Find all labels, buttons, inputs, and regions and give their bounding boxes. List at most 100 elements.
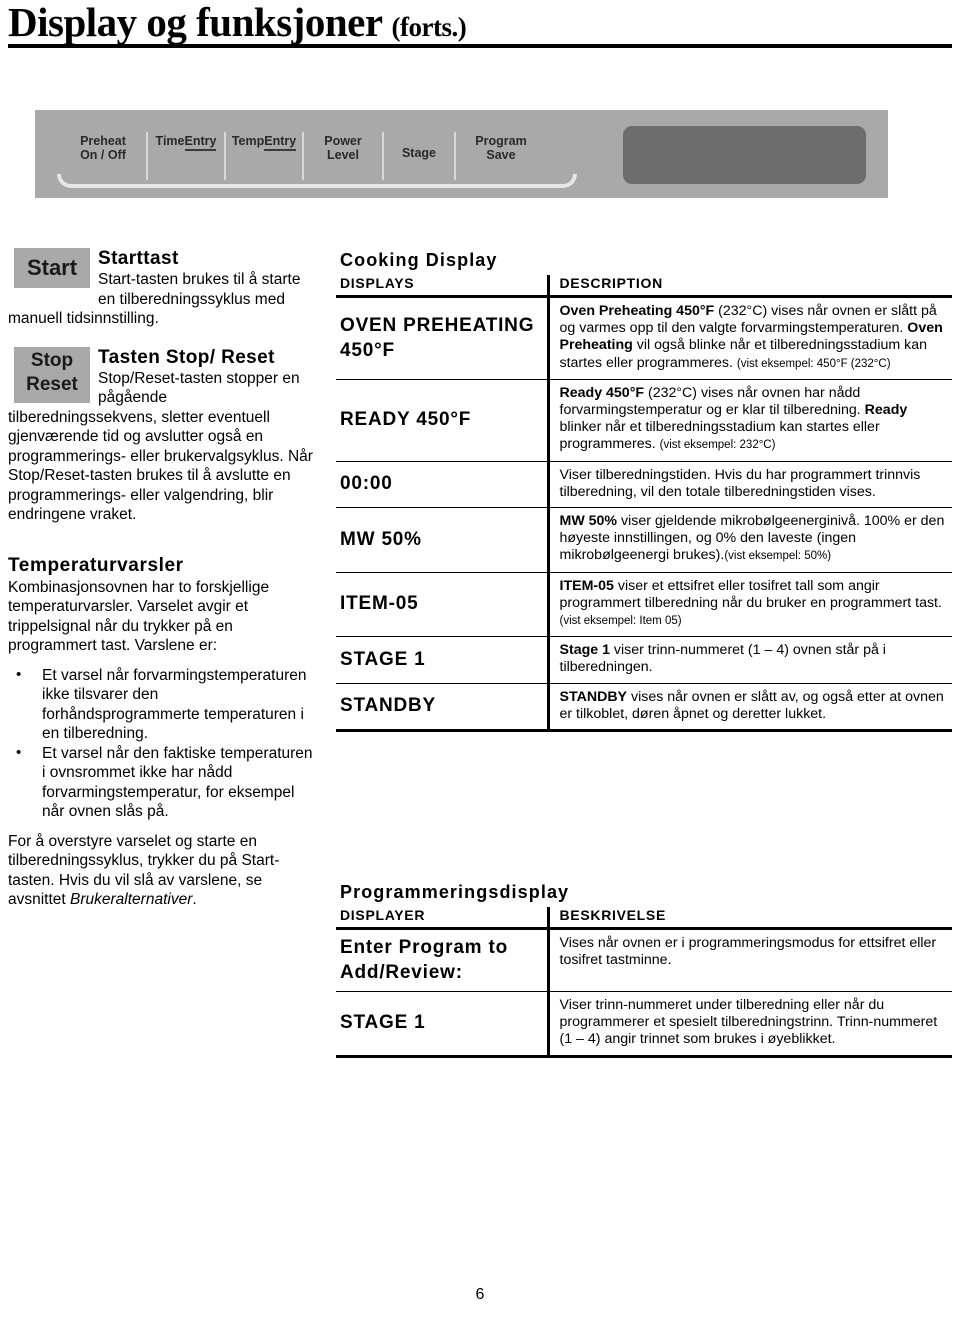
desc-text: viser et ettsifret eller tosifret tall s… xyxy=(559,577,942,611)
display-description: Viser trinn-nummeret under tilberedning … xyxy=(546,991,952,1058)
temperature-alerts-block: Temperaturvarsler Kombinasjonsovnen har … xyxy=(8,555,320,910)
table-row: 00:00 Viser tilberedningstiden. Hvis du h… xyxy=(336,461,952,509)
programming-display-table: DISPLAYER BESKRIVELSE Enter Program to A… xyxy=(336,907,952,1058)
display-value: MW 50% xyxy=(336,507,548,573)
desc-example: (vist eksempel: 232°C) xyxy=(659,439,776,452)
display-description: STANDBY vises når ovnen er slått av, og … xyxy=(546,683,952,733)
panel-button-line1: Preheat xyxy=(80,134,126,148)
panel-button-line2: On / Off xyxy=(80,148,126,162)
programming-col1-header: DISPLAYER xyxy=(336,907,548,930)
cooking-display-table-body: OVEN PREHEATING 450°F Oven Preheating 450… xyxy=(336,296,952,733)
display-value: READY 450°F xyxy=(336,379,548,462)
page-title-main: Display og funksjoner xyxy=(8,0,382,45)
list-item-text: Et varsel når den faktiske temperaturen … xyxy=(42,744,313,821)
panel-button-temp[interactable]: TempEntry xyxy=(226,132,304,180)
cooking-display-table: DISPLAYS DESCRIPTION OVEN PREHEATING 450… xyxy=(336,275,952,733)
table-row: MW 50% MW 50% viser gjeldende mikrobølgee… xyxy=(336,507,952,573)
title-divider xyxy=(8,44,952,48)
stop-reset-key-graphic[interactable]: Stop Reset xyxy=(14,346,90,403)
table-row: STANDBY STANDBY vises når ovnen er slått … xyxy=(336,683,952,733)
desc-example: (vist eksempel: Item 05) xyxy=(559,615,682,628)
desc-bold: Oven Preheating 450°F xyxy=(559,303,715,319)
table-header-row: DISPLAYS DESCRIPTION xyxy=(336,275,952,298)
display-description: ITEM-05 viser et ettsifret eller tosifre… xyxy=(546,572,952,638)
display-value: STANDBY xyxy=(336,683,548,733)
panel-button-line2: Entry xyxy=(184,134,217,151)
control-panel-arc xyxy=(57,174,577,188)
panel-button-line1: Temp xyxy=(231,134,265,148)
panel-button-line2: Stage xyxy=(401,146,437,160)
panel-button-line2: Entry xyxy=(264,134,297,151)
display-value: STAGE 1 xyxy=(336,991,548,1058)
list-item: • Et varsel når den faktiske temperature… xyxy=(8,744,320,822)
table-row: Enter Program to Add/Review: Vises når ov… xyxy=(336,928,952,992)
bullet-icon: • xyxy=(16,743,22,761)
list-item-text: Et varsel når forvarmingstemperaturen ik… xyxy=(42,666,307,743)
control-panel-display-window xyxy=(623,126,866,184)
panel-button-program[interactable]: Program Save xyxy=(456,132,546,180)
start-key-label: Start xyxy=(26,255,78,280)
panel-button-line1: Power xyxy=(324,134,362,148)
display-description: Vises når ovnen er i programmeringsmodus… xyxy=(546,928,952,992)
desc-bold: Ready 450°F xyxy=(559,384,645,401)
panel-button-preheat[interactable]: Preheat On / Off xyxy=(60,132,148,180)
desc-example: (vist eksempel: 50%) xyxy=(724,550,832,563)
table-row: STAGE 1 Stage 1 viser trinn-nummeret (1 –… xyxy=(336,636,952,684)
cooking-display-section: Cooking Display DISPLAYS DESCRIPTION OVE… xyxy=(336,250,952,733)
desc-bold: ITEM-05 xyxy=(559,577,614,594)
table-row: READY 450°F Ready 450°F (232°C) vises når… xyxy=(336,379,952,462)
desc-example: (vist eksempel: 450°F (232°C) xyxy=(736,357,891,370)
panel-button-line2: Save xyxy=(486,148,516,162)
page-title: Display og funksjoner (forts.) xyxy=(8,0,467,46)
display-description: MW 50% viser gjeldende mikrobølgeenergin… xyxy=(546,507,952,573)
temperature-alerts-closing: For å overstyre varselet og starte en ti… xyxy=(8,832,320,910)
page-number: 6 xyxy=(475,1286,485,1303)
panel-button-line1: Time xyxy=(155,134,185,148)
table-header-row: DISPLAYER BESKRIVELSE xyxy=(336,907,952,930)
panel-button-time[interactable]: TimeEntry xyxy=(148,132,226,180)
programming-col2-header: BESKRIVELSE xyxy=(546,907,952,930)
closing-end: . xyxy=(192,891,197,908)
programming-display-caption: Programmeringsdisplay xyxy=(340,882,570,902)
start-key-block: Start Starttast Start-tasten brukes til … xyxy=(8,248,320,329)
panel-button-line1: Program xyxy=(475,134,527,148)
display-description: Oven Preheating 450°F (232°C) vises når … xyxy=(546,296,952,380)
temperature-alerts-list: • Et varsel når forvarmingstemperaturen … xyxy=(8,666,320,822)
table-row: STAGE 1 Viser trinn-nummeret under tilber… xyxy=(336,991,952,1058)
display-description: Stage 1 viser trinn-nummeret (1 – 4) ovn… xyxy=(546,636,952,684)
temperature-alerts-heading: Temperaturvarsler xyxy=(8,554,184,576)
desc-bold: STANDBY xyxy=(559,688,628,705)
panel-button-line2: Level xyxy=(327,148,359,162)
cooking-col2-header: DESCRIPTION xyxy=(546,275,952,298)
display-description: Ready 450°F (232°C) vises når ovnen har … xyxy=(546,379,952,462)
desc-bold: Ready xyxy=(864,402,908,419)
programming-display-section: Programmeringsdisplay DISPLAYER BESKRIVE… xyxy=(336,882,952,1058)
table-row: ITEM-05 ITEM-05 viser et ettsifret eller … xyxy=(336,572,952,638)
stop-reset-key-block: Stop Reset Tasten Stop/ Reset Stop/Reset… xyxy=(8,346,320,525)
desc-bold: MW 50% xyxy=(559,513,618,530)
display-value: OVEN PREHEATING 450°F xyxy=(336,296,548,380)
display-value: Enter Program to Add/Review: xyxy=(336,928,548,992)
display-value: ITEM-05 xyxy=(336,572,548,638)
display-description: Viser tilberedningstiden. Hvis du har pr… xyxy=(546,461,952,509)
start-key-graphic[interactable]: Start xyxy=(14,248,90,288)
programming-display-table-body: Enter Program to Add/Review: Vises når ov… xyxy=(336,928,952,1058)
stop-key-label-top: Stop xyxy=(30,349,74,371)
page-title-continued: (forts.) xyxy=(391,12,467,42)
control-panel-illustration: Preheat On / Off TimeEntry TempEntry Power Le… xyxy=(35,110,888,198)
cooking-display-caption: Cooking Display xyxy=(340,250,498,270)
stop-key-label-bottom: Reset xyxy=(26,373,78,395)
bullet-icon: • xyxy=(16,665,22,683)
left-text-column: Start Starttast Start-tasten brukes til … xyxy=(8,248,320,910)
panel-button-stage[interactable]: Stage xyxy=(384,132,456,180)
display-value: 00:00 xyxy=(336,461,548,509)
closing-italic-reference: Brukeralternativer xyxy=(70,891,193,908)
panel-button-power[interactable]: Power Level xyxy=(304,132,384,180)
cooking-col1-header: DISPLAYS xyxy=(336,275,548,298)
desc-bold: Stage 1 xyxy=(559,642,610,659)
desc-text: Viser tilberedningstiden. Hvis du har pr… xyxy=(559,466,921,500)
temperature-alerts-intro: Kombinasjonsovnen har to forskjellige te… xyxy=(8,578,270,655)
list-item: • Et varsel når forvarmingstemperaturen … xyxy=(8,666,320,744)
table-row: OVEN PREHEATING 450°F Oven Preheating 450… xyxy=(336,296,952,380)
display-value: STAGE 1 xyxy=(336,636,548,684)
